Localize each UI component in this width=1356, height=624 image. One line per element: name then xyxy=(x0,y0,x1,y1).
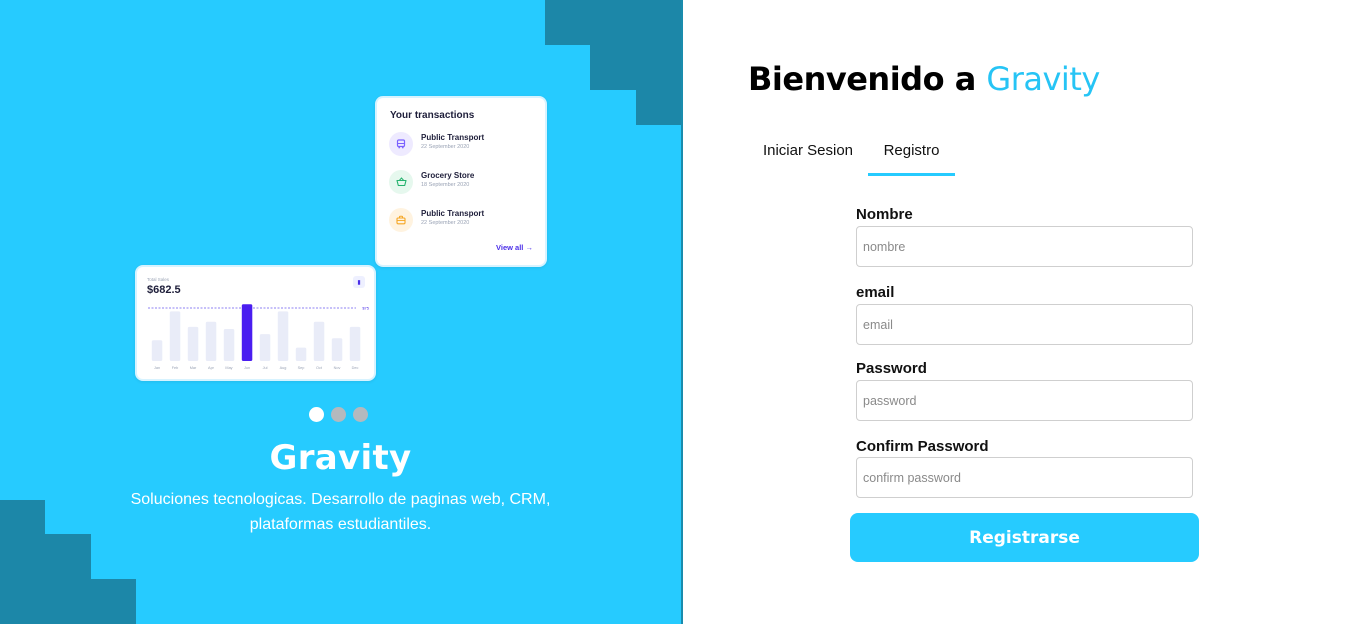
x-tick-label: May xyxy=(225,366,232,370)
welcome-brand: Gravity xyxy=(986,60,1100,98)
x-tick-label: Jul xyxy=(263,366,268,370)
x-tick-label: Jan xyxy=(154,366,160,370)
basket-icon xyxy=(389,170,413,194)
name-field[interactable] xyxy=(856,226,1193,267)
email-label: email xyxy=(856,284,895,301)
x-tick-label: Dec xyxy=(352,366,359,370)
transactions-card: Your transactions Public Transport 22 Se… xyxy=(375,96,547,267)
bar-mar xyxy=(187,326,199,361)
active-tab-indicator xyxy=(868,173,955,176)
hero-brand: Gravity xyxy=(269,438,412,478)
bar-jul xyxy=(259,334,271,361)
tab-register[interactable]: Registro xyxy=(868,138,955,176)
bar-oct xyxy=(313,321,325,361)
welcome-heading: Bienvenido a Gravity xyxy=(748,60,1100,98)
transaction-name: Public Transport xyxy=(421,133,485,142)
bar-aug xyxy=(277,311,289,361)
x-tick-label: Apr xyxy=(208,366,215,370)
transaction-item: Public Transport 22 September 2020 xyxy=(389,132,539,158)
welcome-prefix: Bienvenido a xyxy=(748,60,976,98)
transactions-title: Your transactions xyxy=(390,110,475,121)
transaction-item: Public Transport 22 September 2020 xyxy=(389,208,539,234)
confirm-password-field[interactable] xyxy=(856,457,1193,498)
transaction-item: Grocery Store 18 September 2020 xyxy=(389,170,539,196)
view-all-link[interactable]: View all → xyxy=(496,243,533,252)
tab-register-label: Registro xyxy=(883,142,940,159)
password-label: Password xyxy=(856,360,927,377)
bar-nov xyxy=(331,338,343,361)
transaction-date: 22 September 2020 xyxy=(421,220,470,226)
x-tick-label: Jun xyxy=(244,366,250,370)
bar-may xyxy=(223,329,235,361)
tab-login-label: Iniciar Sesion xyxy=(762,142,854,159)
register-button[interactable]: Registrarse xyxy=(850,513,1199,562)
corner-step-decoration xyxy=(0,500,45,624)
hero-panel: Your transactions Public Transport 22 Se… xyxy=(0,0,681,624)
carousel-dot[interactable] xyxy=(353,407,368,422)
hero-tagline: Soluciones tecnologicas. Desarrollo de p… xyxy=(130,491,551,533)
briefcase-icon xyxy=(389,208,413,232)
corner-step-decoration xyxy=(45,534,91,624)
sales-bar-chart: $75 Jan Feb Mar Apr May Jun Jul Aug Sep Oct Nov Dec xyxy=(148,304,370,370)
bar-apr xyxy=(205,321,217,361)
x-tick-label: Oct xyxy=(316,366,323,370)
x-tick-label: Aug xyxy=(280,366,287,370)
carousel-dot[interactable] xyxy=(309,407,324,422)
transaction-name: Public Transport xyxy=(421,209,485,218)
bar-jun xyxy=(241,304,253,361)
x-tick-label: Sep xyxy=(298,366,305,370)
x-tick-label: Mar xyxy=(190,366,197,370)
reference-label: $75 xyxy=(362,306,369,311)
x-tick-label: Feb xyxy=(172,366,179,370)
x-tick-label: Nov xyxy=(334,366,341,370)
confirm-password-label: Confirm Password xyxy=(856,438,989,455)
carousel-indicator xyxy=(309,407,368,423)
view-all-label: View all xyxy=(496,243,524,252)
transaction-name: Grocery Store xyxy=(421,171,475,180)
bar-jan xyxy=(151,340,163,361)
corner-step-decoration xyxy=(545,0,681,45)
name-label: Nombre xyxy=(856,206,913,223)
corner-step-decoration xyxy=(636,90,681,125)
corner-step-decoration xyxy=(590,45,681,90)
bus-icon xyxy=(389,132,413,156)
arrow-right-icon: → xyxy=(525,243,534,252)
carousel-dot[interactable] xyxy=(331,407,346,422)
panel-divider xyxy=(681,0,683,624)
bar-dec xyxy=(349,326,361,361)
tab-login[interactable]: Iniciar Sesion xyxy=(750,138,866,176)
corner-step-decoration xyxy=(91,579,136,624)
transaction-date: 18 September 2020 xyxy=(421,182,470,188)
email-field[interactable] xyxy=(856,304,1193,345)
bar-feb xyxy=(169,311,181,361)
sales-chart-card: Total Sales $682.5 ▮ $75 Jan Feb Mar Apr May J… xyxy=(135,265,376,381)
password-field[interactable] xyxy=(856,380,1193,421)
transaction-date: 22 September 2020 xyxy=(421,144,470,150)
bar-sep xyxy=(295,347,307,361)
